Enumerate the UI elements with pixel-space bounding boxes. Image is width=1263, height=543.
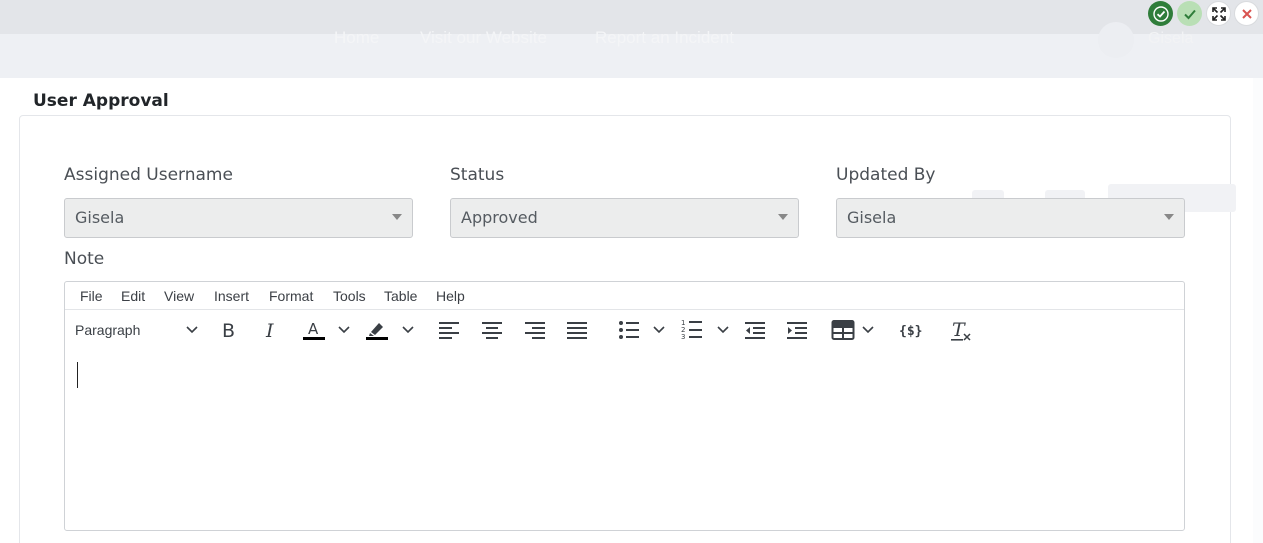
numbered-list-button[interactable]: 123 (680, 316, 704, 344)
nav-visit-website: Visit our Website (420, 28, 547, 47)
save-check-icon (1152, 5, 1169, 22)
svg-text:I: I (265, 320, 274, 340)
align-justify-button[interactable] (565, 316, 589, 344)
svg-text:3: 3 (681, 333, 685, 341)
chevron-down-icon (402, 326, 414, 334)
table-dropdown[interactable] (861, 316, 875, 344)
block-format-value: Paragraph (75, 322, 141, 338)
svg-text:{$}: {$} (899, 324, 922, 339)
menu-help[interactable]: Help (436, 288, 465, 304)
editor-toolbar: Paragraph B I A 1 2 3 {$} T (65, 310, 1184, 350)
updated-by-label: Updated By (836, 165, 936, 185)
svg-text:T: T (952, 319, 966, 341)
assigned-username-value: Gisela (75, 208, 125, 227)
bullet-list-icon (619, 321, 639, 339)
italic-button[interactable]: I (259, 316, 283, 344)
chevron-down-icon (338, 326, 350, 334)
chevron-down-icon (717, 326, 729, 334)
status-label: Status (450, 165, 505, 185)
bullet-list-dropdown[interactable] (652, 316, 666, 344)
approve-check-icon (1183, 9, 1196, 19)
align-left-icon (439, 322, 459, 339)
text-color-dropdown[interactable] (337, 316, 351, 344)
bold-button[interactable]: B (217, 316, 241, 344)
chevron-down-icon (862, 326, 874, 334)
menu-edit[interactable]: Edit (121, 288, 145, 304)
bullet-list-button[interactable] (617, 316, 641, 344)
status-select[interactable]: Approved (450, 198, 799, 238)
save-approve-button[interactable] (1148, 1, 1173, 26)
chevron-down-icon (186, 326, 198, 334)
merge-tags-button[interactable]: {$} (895, 316, 925, 344)
svg-text:A: A (308, 320, 319, 338)
chevron-down-icon (653, 326, 665, 334)
align-justify-icon (567, 322, 587, 339)
highlight-color-dropdown[interactable] (401, 316, 415, 344)
merge-tag-icon: {$} (899, 324, 922, 339)
outdent-icon (745, 322, 765, 339)
italic-icon: I (265, 320, 274, 340)
close-icon (1241, 8, 1252, 19)
chevron-down-icon (778, 214, 788, 220)
background-navbar: Home Visit our Website Report an Inciden… (0, 0, 1263, 78)
text-cursor (77, 362, 78, 388)
svg-text:B: B (222, 320, 235, 340)
avatar (1098, 22, 1134, 58)
menu-insert[interactable]: Insert (214, 288, 249, 304)
updated-by-value: Gisela (847, 208, 897, 227)
note-editor: File Edit View Insert Format Tools Table… (64, 281, 1185, 531)
numbered-list-dropdown[interactable] (716, 316, 730, 344)
approve-button[interactable] (1177, 1, 1202, 26)
menu-table[interactable]: Table (384, 288, 417, 304)
highlight-color-button[interactable] (364, 316, 390, 344)
menu-file[interactable]: File (80, 288, 103, 304)
align-right-button[interactable] (523, 316, 547, 344)
editor-content-area[interactable] (65, 352, 1184, 530)
indent-icon (787, 322, 807, 339)
assigned-username-select[interactable]: Gisela (64, 198, 413, 238)
align-left-button[interactable] (437, 316, 461, 344)
table-icon (831, 320, 855, 340)
text-color-icon: A (303, 320, 325, 340)
block-format-select[interactable]: Paragraph (75, 316, 199, 344)
note-label: Note (64, 249, 105, 269)
indent-button[interactable] (785, 316, 809, 344)
nav-report-incident: Report an Incident (595, 28, 734, 47)
editor-menubar: File Edit View Insert Format Tools Table… (65, 282, 1184, 310)
align-center-button[interactable] (480, 316, 504, 344)
chevron-down-icon (1164, 214, 1174, 220)
menu-view[interactable]: View (164, 288, 194, 304)
updated-by-select[interactable]: Gisela (836, 198, 1185, 238)
text-color-button[interactable]: A (301, 316, 327, 344)
menu-tools[interactable]: Tools (333, 288, 366, 304)
expand-icon (1211, 6, 1226, 21)
numbered-list-icon: 123 (681, 319, 702, 341)
nav-user-name: Gisela (1148, 30, 1194, 47)
clear-formatting-icon: T (951, 319, 971, 341)
outdent-button[interactable] (743, 316, 767, 344)
modal-title: User Approval (33, 91, 169, 111)
status-value: Approved (461, 208, 538, 227)
chevron-down-icon (392, 214, 402, 220)
nav-home: Home (334, 28, 380, 47)
screen: Home Visit our Website Report an Inciden… (0, 0, 1263, 543)
expand-button[interactable] (1206, 1, 1231, 26)
highlighter-icon (366, 323, 388, 340)
table-button[interactable] (830, 316, 856, 344)
menu-format[interactable]: Format (269, 288, 313, 304)
assigned-username-label: Assigned Username (64, 165, 233, 185)
clear-formatting-button[interactable]: T (949, 316, 975, 344)
align-center-icon (482, 322, 502, 339)
close-button[interactable] (1234, 1, 1259, 26)
bold-icon: B (222, 320, 235, 340)
align-right-icon (525, 322, 545, 339)
